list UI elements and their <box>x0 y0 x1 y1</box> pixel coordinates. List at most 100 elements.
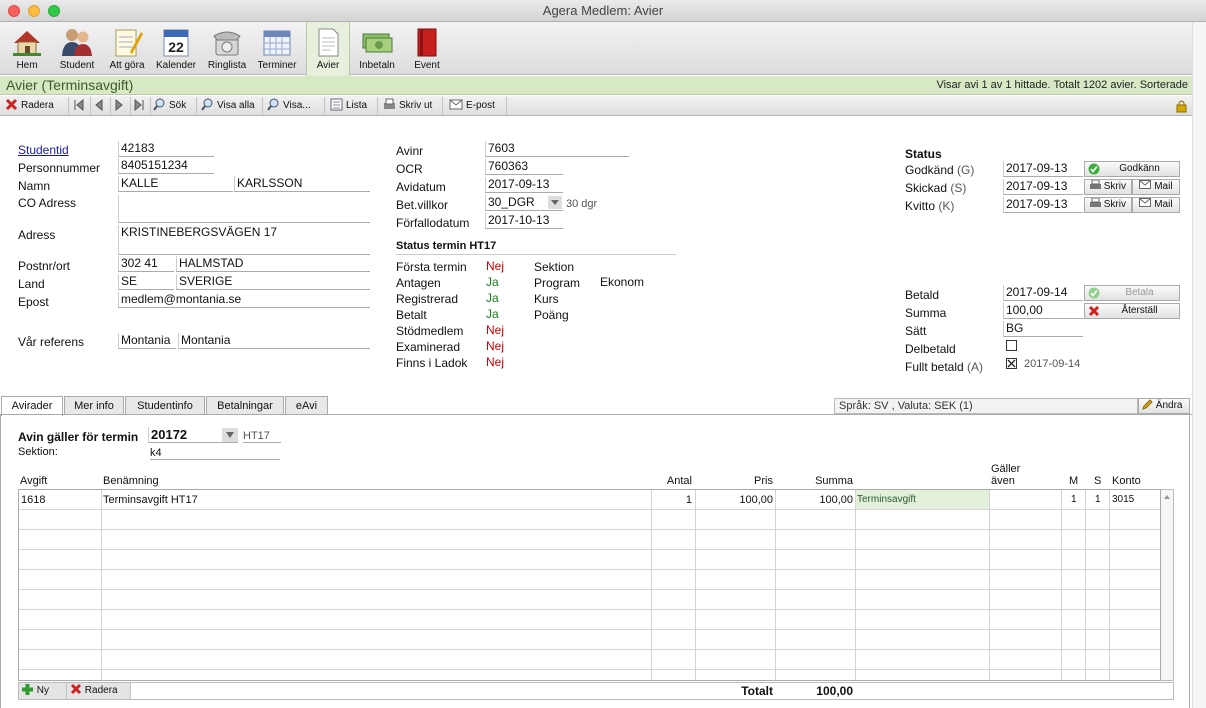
book-icon <box>417 28 437 57</box>
last-name-field[interactable]: KARLSSON <box>234 176 370 192</box>
pay-button[interactable]: Betala <box>1084 285 1180 301</box>
pnr-field[interactable]: 8405151234 <box>118 158 214 174</box>
last-record-button[interactable] <box>131 97 151 115</box>
edit-button[interactable]: Ändra <box>1138 398 1190 414</box>
window-title-bar: Agera Medlem: Avier <box>0 0 1206 22</box>
avidatum-field[interactable]: 2017-09-13 <box>485 177 563 193</box>
approve-button[interactable]: Godkänn <box>1084 161 1180 177</box>
total-label: Totalt <box>741 684 773 698</box>
term-status-value: Nej <box>486 259 505 273</box>
first-record-button[interactable] <box>71 97 91 115</box>
approved-date-field[interactable]: 2017-09-13 <box>1003 161 1083 177</box>
studentid-link[interactable]: Studentid <box>18 143 69 157</box>
avinr-field[interactable]: 7603 <box>485 141 629 157</box>
magnifier-icon <box>201 98 213 111</box>
close-window-button[interactable] <box>8 5 20 17</box>
tab-avirader[interactable]: Avirader <box>1 396 63 416</box>
print-button[interactable]: Skriv ut <box>381 97 443 115</box>
toolbar-home-button[interactable]: Hem <box>4 22 50 75</box>
list-button[interactable]: Lista <box>328 97 378 115</box>
sent-print-button[interactable]: Skriv <box>1084 179 1132 195</box>
zip-field[interactable]: 302 41 <box>118 256 174 272</box>
show-all-button[interactable]: Visa alla <box>199 97 263 115</box>
receipt-print-button[interactable]: Skriv <box>1084 197 1132 213</box>
method-field[interactable]: BG <box>1003 321 1083 337</box>
toolbar-terminer-button[interactable]: Terminer <box>254 22 300 75</box>
chevron-down-icon[interactable] <box>222 428 238 442</box>
tab-betalningar[interactable]: Betalningar <box>206 396 284 415</box>
list-icon <box>330 98 343 111</box>
studentid-field[interactable]: 42183 <box>118 141 214 157</box>
minimize-window-button[interactable] <box>28 5 40 17</box>
toolbar-ringlista-button[interactable]: Ringlista <box>202 22 252 75</box>
check-circle-icon <box>1088 163 1100 175</box>
city-field[interactable]: HALMSTAD <box>176 256 370 272</box>
email-field[interactable]: medlem@montania.se <box>118 292 370 308</box>
grid-column-divider <box>775 490 776 680</box>
record-header: Avier (Terminsavgift) Visar avi 1 av 1 h… <box>0 76 1192 95</box>
tab-mer-info[interactable]: Mer info <box>64 396 124 415</box>
paid-date-field[interactable]: 2017-09-14 <box>1003 285 1083 301</box>
reset-button[interactable]: Återställ <box>1084 303 1180 319</box>
country-field[interactable]: SVERIGE <box>176 274 370 290</box>
red-x-icon <box>1088 305 1100 317</box>
course-label: Kurs <box>534 292 559 306</box>
due-date-field[interactable]: 2017-10-13 <box>485 213 563 229</box>
section-label: Sektion <box>534 260 575 274</box>
co-address-field[interactable] <box>118 195 370 223</box>
grid-scrollbar[interactable] <box>1161 489 1174 681</box>
money-icon <box>362 33 393 53</box>
sent-mail-button[interactable]: Mail <box>1132 179 1180 195</box>
search-button[interactable]: Sök <box>151 97 197 115</box>
page-title: Avier (Terminsavgift) <box>6 77 134 93</box>
toolbar-student-button[interactable]: Student <box>52 22 102 75</box>
zoom-window-button[interactable] <box>48 5 60 17</box>
next-record-button[interactable] <box>111 97 131 115</box>
term-status-label: Stödmedlem <box>396 324 464 338</box>
new-line-button[interactable]: Ny <box>19 683 67 699</box>
fully-paid-checkbox[interactable] <box>1006 358 1017 369</box>
term-status-label: Första termin <box>396 260 467 274</box>
receipt-mail-button[interactable]: Mail <box>1132 197 1180 213</box>
term-status-label: Finns i Ladok <box>396 356 468 370</box>
ocr-field[interactable]: 760363 <box>485 159 563 175</box>
terms-label: Bet.villkor <box>396 198 449 212</box>
chevron-down-icon[interactable] <box>548 196 562 209</box>
toolbar-calendar-button[interactable]: 22 Kalender <box>152 22 200 75</box>
fully-paid-label: Fullt betald (A) <box>905 360 984 374</box>
window-scrollbar[interactable] <box>1192 22 1206 708</box>
sent-date-field[interactable]: 2017-09-13 <box>1003 179 1083 195</box>
toolbar-event-button[interactable]: Event <box>404 22 450 75</box>
tab-studentinfo[interactable]: Studentinfo <box>125 396 205 415</box>
section-field[interactable]: k4 <box>150 447 280 460</box>
last-arrow-icon <box>134 98 144 112</box>
reference-field-1[interactable]: Montania <box>118 333 176 349</box>
lock-icon[interactable] <box>1175 99 1188 113</box>
show-button[interactable]: Visa... <box>265 97 325 115</box>
previous-record-button[interactable] <box>91 97 111 115</box>
partial-paid-label: Delbetald <box>905 342 956 356</box>
delete-line-button[interactable]: Radera <box>67 683 131 699</box>
col-header-m: M <box>1069 475 1079 487</box>
row-price: 100,00 <box>739 494 773 506</box>
terms-text: 30 dgr <box>566 198 598 210</box>
col-header-account: Konto <box>1112 475 1141 487</box>
email-button[interactable]: E-post <box>447 97 507 115</box>
sum-field[interactable]: 100,00 <box>1003 303 1083 319</box>
toolbar-inbetaln-button[interactable]: Inbetaln <box>354 22 400 75</box>
term-status-label: Betalt <box>396 308 427 322</box>
toolbar-todo-button[interactable]: Att göra <box>104 22 150 75</box>
partial-paid-checkbox[interactable] <box>1006 340 1017 351</box>
tab-eavi[interactable]: eAvi <box>285 396 328 415</box>
delete-record-button[interactable]: Radera <box>3 97 69 115</box>
address-field[interactable]: KRISTINEBERGSVÄGEN 17 <box>118 225 370 255</box>
grid-footer-fill <box>131 683 1173 699</box>
toolbar-avier-button[interactable]: Avier <box>306 22 350 76</box>
country-code-field[interactable]: SE <box>118 274 174 290</box>
reference-field-2[interactable]: Montania <box>178 333 370 349</box>
col-header-fee: Avgift <box>20 475 48 487</box>
receipt-date-field[interactable]: 2017-09-13 <box>1003 197 1083 213</box>
first-name-field[interactable]: KALLE <box>118 176 233 192</box>
grid-footer: Ny Radera Totalt 100,00 <box>18 682 1174 700</box>
term-status-value: Nej <box>486 339 505 353</box>
